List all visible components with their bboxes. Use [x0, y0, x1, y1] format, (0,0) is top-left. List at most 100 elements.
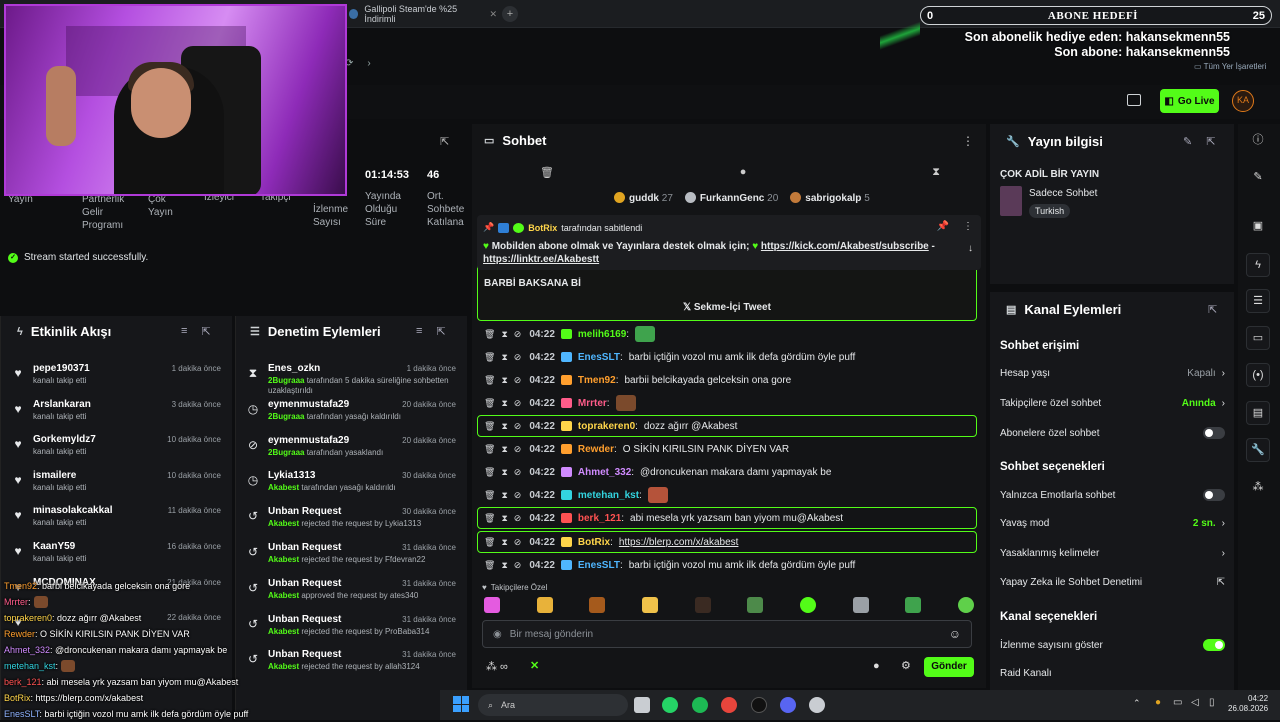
chat-bubble-icon[interactable]: ▭ [1246, 326, 1270, 350]
battery-icon[interactable]: ▯ [1209, 697, 1215, 708]
whatsapp-icon[interactable] [662, 697, 678, 713]
message-username[interactable]: Ahmet_332 [578, 467, 631, 478]
ban-icon[interactable]: ⊘ [514, 375, 522, 386]
chat-message[interactable]: 🗑 ⧗ ⊘ 04:22 Tmen92: barbii belcikayada gelcek… [484, 370, 791, 390]
camera-icon[interactable] [1127, 94, 1141, 106]
discord-icon[interactable] [780, 697, 796, 713]
message-username[interactable]: Tmen92 [578, 375, 616, 386]
unpin-icon[interactable]: 📌 [937, 221, 949, 232]
message-username[interactable]: EnesSLT [578, 352, 620, 363]
ban-icon[interactable]: ⊘ [514, 467, 522, 478]
subscribe-link[interactable]: https://kick.com/Akabest/subscribe [761, 241, 929, 252]
hourglass-icon[interactable]: ⧗ [501, 329, 507, 340]
info-icon[interactable]: ⓘ [1246, 129, 1270, 153]
followers-only-setting[interactable]: Takipçilere özel sohbet Anında › [1000, 398, 1225, 409]
message-username[interactable]: EnesSLT [578, 560, 620, 571]
trash-icon[interactable]: 🗑 [484, 375, 495, 386]
chat-message[interactable]: 🗑 ⧗ ⊘ 04:22 melih6169: [484, 324, 656, 344]
message-username[interactable]: metehan_kst [578, 490, 639, 501]
moderation-item[interactable]: ↺ Unban Request Akabest rejected the reque… [236, 539, 466, 575]
chat-message[interactable]: 🗑 ⧗ ⊘ 04:22 BotRix: https://blerp.com/x/akabe… [484, 532, 738, 552]
trash-icon[interactable]: 🗑 [484, 467, 495, 478]
hourglass-icon[interactable]: ⧗ [501, 444, 507, 455]
moderation-item[interactable]: ↺ Unban Request Akabest rejected the reque… [236, 503, 466, 539]
account-age-setting[interactable]: Hesap yaşı Kapalı › [1000, 368, 1225, 379]
activity-item[interactable]: ♥ KaanY59 kanalı takip etti 16 dakika önce [1, 538, 231, 574]
message-username[interactable]: melih6169 [578, 329, 626, 340]
link-icon[interactable]: ⁂ ∞ [486, 660, 508, 673]
activity-item[interactable]: ♥ Gorkemyldz7 kanalı takip etti 10 dakika ö… [1, 431, 231, 467]
gear-icon[interactable]: ⚙ [901, 659, 911, 672]
browser-tab[interactable]: Gallipoli Steam'de %25 İndirimli ✕ [345, 4, 497, 24]
trash-icon[interactable]: 🗑 [484, 329, 495, 340]
chat-message[interactable]: 🗑 ⧗ ⊘ 04:22 Ahmet_332: @droncukenan makara da… [484, 462, 831, 482]
expand-icon[interactable]: ⇱ [436, 325, 445, 338]
windows-start-icon[interactable] [453, 696, 469, 712]
media-icon[interactable]: ▣ [1246, 215, 1270, 239]
emote-icon[interactable] [799, 597, 816, 613]
kick-icon[interactable]: ✕ [530, 659, 539, 672]
emote-icon[interactable] [957, 597, 974, 613]
obs-icon[interactable] [751, 697, 767, 713]
tray-chevron-icon[interactable]: ⌃ [1133, 698, 1141, 709]
hourglass-icon[interactable]: ⧗ [501, 537, 507, 548]
chat-message[interactable]: 🗑 ⧗ ⊘ 04:22 Rewder: O SİKİN KIRILSIN PANK DİY… [484, 439, 789, 459]
chrome-icon[interactable] [721, 697, 737, 713]
trash-icon[interactable]: 🗑 [484, 537, 495, 548]
expand-icon[interactable]: ⇱ [201, 325, 210, 338]
moderation-item[interactable]: ◷ Lykia1313 Akabest tarafından yasağı kald… [236, 467, 466, 503]
ai-moderation-setting[interactable]: Yapay Zeka ile Sohbet Denetimi ⇱ [1000, 577, 1225, 588]
chat-message[interactable]: 🗑 ⧗ ⊘ 04:22 metehan_kst: [484, 485, 668, 505]
tab-close-icon[interactable]: ✕ [489, 9, 497, 20]
trash-icon[interactable]: 🗑 [484, 444, 495, 455]
trash-icon[interactable]: 🗑 [540, 166, 554, 179]
moderation-item[interactable]: ⧗ Enes_ozkn 2Bugraaa tarafından 5 dakika s… [236, 360, 466, 396]
message-username[interactable]: Rewder [578, 444, 614, 455]
hourglass-icon[interactable]: ⧗ [501, 490, 507, 501]
server-icon[interactable]: ▤ [1246, 401, 1270, 425]
chat-message[interactable]: 🗑 ⧗ ⊘ 04:22 EnesSLT: barbi içtiğin vozol mu a… [484, 347, 855, 367]
top-gifter[interactable]: FurkannGenc 20 [684, 192, 778, 204]
filter-icon[interactable]: ≡ [416, 325, 422, 338]
message-username[interactable]: toprakeren0 [578, 421, 635, 432]
emote-icon[interactable] [589, 597, 606, 613]
expand-icon[interactable]: ⇱ [440, 135, 449, 148]
emoji-icon[interactable]: ☺ [949, 627, 961, 641]
more-icon[interactable]: ⋮ [963, 221, 973, 232]
activity-item[interactable]: ♥ pepe190371 kanalı takip etti 1 dakika önc… [1, 360, 231, 396]
chat-message[interactable]: 🗑 ⧗ ⊘ 04:22 EnesSLT: barbi içtiğin vozol mu a… [484, 555, 855, 575]
emote-only-toggle[interactable] [1203, 489, 1225, 501]
hourglass-icon[interactable]: ⧗ [932, 166, 940, 179]
ban-icon[interactable]: ⊘ [514, 560, 522, 571]
expand-icon[interactable]: ⇱ [1208, 303, 1217, 316]
user-avatar[interactable]: KA [1232, 90, 1254, 112]
moderation-item[interactable]: ↺ Unban Request Akabest rejected the reque… [236, 611, 466, 647]
forward-icon[interactable]: › [367, 58, 370, 74]
trash-icon[interactable]: 🗑 [484, 421, 495, 432]
chat-settings-icon[interactable]: ● [740, 166, 747, 179]
ban-icon[interactable]: ⊘ [514, 490, 522, 501]
trash-icon[interactable]: 🗑 [484, 398, 495, 409]
show-views-toggle[interactable] [1203, 639, 1225, 651]
message-username[interactable]: BotRix [578, 537, 610, 548]
list-icon[interactable]: ☰ [1246, 289, 1270, 313]
trash-icon[interactable]: 🗑 [484, 490, 495, 501]
wrench-icon[interactable]: 🔧 [1246, 438, 1270, 462]
moderation-item[interactable]: ◷ eymenmustafa29 2Bugraaa tarafından yasağ… [236, 396, 466, 432]
chat-message[interactable]: 🗑 ⧗ ⊘ 04:22 Mrrter: [484, 393, 636, 413]
activity-item[interactable]: ♥ minasolakcakkal kanalı takip etti 11 daki… [1, 502, 231, 538]
activity-item[interactable]: ♥ Arslankaran kanalı takip etti 3 dakika ön… [1, 396, 231, 432]
emote-icon[interactable] [641, 597, 658, 613]
ban-icon[interactable]: ⊘ [514, 329, 522, 340]
collapse-icon[interactable]: ↓ [968, 243, 973, 254]
ban-icon[interactable]: ⊘ [514, 421, 522, 432]
emote-icon[interactable] [484, 597, 500, 613]
moderation-item[interactable]: ↺ Unban Request Akabest rejected the reque… [236, 646, 466, 682]
go-live-button[interactable]: ◧ Go Live [1160, 89, 1219, 113]
expand-icon[interactable]: ⇱ [1206, 135, 1215, 148]
hourglass-icon[interactable]: ⧗ [501, 560, 507, 571]
emote-icon[interactable] [694, 597, 711, 613]
ban-icon[interactable]: ⊘ [514, 398, 522, 409]
hourglass-icon[interactable]: ⧗ [501, 375, 507, 386]
hourglass-icon[interactable]: ⧗ [501, 513, 507, 524]
